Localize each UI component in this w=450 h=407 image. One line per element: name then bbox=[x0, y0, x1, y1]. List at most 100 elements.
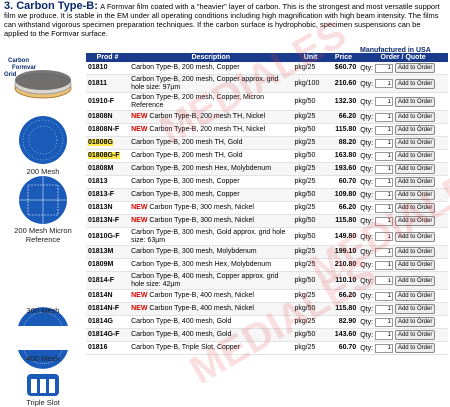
order-cell: Qty: Add to Order bbox=[358, 175, 448, 189]
table-row: 01810 Carbon Type-B, 200 mesh, Copper pkg/… bbox=[86, 62, 448, 75]
add-to-order-button[interactable]: Add to Order bbox=[394, 164, 436, 174]
add-to-order-button[interactable]: Add to Order bbox=[394, 177, 436, 187]
unit: pkg/50 bbox=[292, 188, 329, 202]
prod-number: 01813N-F bbox=[86, 214, 130, 228]
add-to-order-button[interactable]: Add to Order bbox=[394, 112, 436, 122]
order-cell: Qty: Add to Order bbox=[358, 289, 448, 303]
table-row: 01814N NEW Carbon Type-B, 400 mesh, Nicke… bbox=[86, 289, 448, 303]
quantity-input[interactable] bbox=[375, 304, 394, 314]
add-to-order-button[interactable]: Add to Order bbox=[394, 190, 436, 200]
quantity-input[interactable] bbox=[375, 190, 394, 200]
qty-label: Qty: bbox=[360, 305, 374, 313]
quantity-input[interactable] bbox=[375, 232, 394, 241]
prod-number: 01814G-F bbox=[86, 328, 130, 342]
order-cell: Qty: Add to Order bbox=[358, 271, 448, 290]
unit: pkg/50 bbox=[292, 302, 329, 316]
quantity-input[interactable] bbox=[375, 203, 394, 213]
order-cell: Qty: Add to Order bbox=[358, 258, 448, 272]
order-cell: Qty: Add to Order bbox=[358, 341, 448, 355]
add-to-order-button[interactable]: Add to Order bbox=[394, 317, 436, 327]
qty-label: Qty: bbox=[360, 98, 374, 106]
quantity-input[interactable] bbox=[375, 177, 394, 187]
price: 66.20 bbox=[328, 110, 359, 124]
prod-number: 01811 bbox=[86, 74, 130, 93]
quantity-input[interactable] bbox=[375, 330, 394, 340]
add-to-order-button[interactable]: Add to Order bbox=[394, 247, 436, 257]
add-to-order-button[interactable]: Add to Order bbox=[394, 78, 436, 89]
product-description: Carbon Type-B, 300 mesh Hex, Molybdenum bbox=[129, 258, 293, 272]
unit: pkg/25 bbox=[292, 136, 329, 150]
qty-label: Qty: bbox=[360, 331, 374, 339]
order-cell: Qty: Add to Order bbox=[358, 245, 448, 259]
add-to-order-button[interactable]: Add to Order bbox=[394, 96, 436, 107]
quantity-input[interactable] bbox=[375, 138, 394, 148]
quantity-input[interactable] bbox=[375, 291, 394, 301]
product-description: Carbon Type-B, 200 mesh, Copper approx. … bbox=[129, 74, 293, 93]
quantity-input[interactable] bbox=[375, 79, 394, 88]
add-to-order-button[interactable]: Add to Order bbox=[394, 291, 436, 301]
price: 109.80 bbox=[328, 188, 359, 202]
new-badge: NEW bbox=[131, 292, 148, 299]
add-to-order-button[interactable]: Add to Order bbox=[394, 275, 436, 286]
add-to-order-button[interactable]: Add to Order bbox=[394, 260, 436, 270]
quantity-input[interactable] bbox=[375, 216, 394, 226]
prod-number: 01809M bbox=[86, 258, 130, 272]
quantity-input[interactable] bbox=[375, 97, 394, 106]
order-cell: Qty: Add to Order bbox=[358, 188, 448, 202]
price: 82.90 bbox=[328, 315, 359, 329]
price: 60.70 bbox=[328, 341, 359, 355]
quantity-input[interactable] bbox=[375, 247, 394, 257]
add-to-order-button[interactable]: Add to Order bbox=[394, 216, 436, 226]
qty-label: Qty: bbox=[360, 152, 374, 160]
order-cell: Qty: Add to Order bbox=[358, 315, 448, 329]
add-to-order-button[interactable]: Add to Order bbox=[394, 125, 436, 135]
add-to-order-button[interactable]: Add to Order bbox=[394, 304, 436, 314]
prod-number: 01813 bbox=[86, 175, 130, 189]
col-price: Price bbox=[328, 53, 359, 62]
quantity-input[interactable] bbox=[375, 63, 394, 73]
quantity-input[interactable] bbox=[375, 125, 394, 135]
order-cell: Qty: Add to Order bbox=[358, 328, 448, 342]
col-order: Order / Quote bbox=[358, 53, 448, 62]
price: $60.70 bbox=[328, 62, 359, 75]
qty-label: Qty: bbox=[360, 261, 374, 269]
qty-label: Qty: bbox=[360, 80, 374, 88]
unit: pkg/50 bbox=[292, 328, 329, 342]
order-cell: Qty: Add to Order bbox=[358, 302, 448, 316]
section-header: 3. Carbon Type-B: A Formvar film coated … bbox=[4, 1, 446, 39]
order-cell: Qty: Add to Order bbox=[358, 149, 448, 163]
quantity-input[interactable] bbox=[375, 260, 394, 270]
add-to-order-button[interactable]: Add to Order bbox=[394, 63, 436, 73]
add-to-order-button[interactable]: Add to Order bbox=[394, 138, 436, 148]
quantity-input[interactable] bbox=[375, 317, 394, 327]
prod-number: 01814-F bbox=[86, 271, 130, 290]
table-row: 01809M Carbon Type-B, 300 mesh Hex, Molyb… bbox=[86, 258, 448, 272]
product-description: Carbon Type-B, 200 mesh TH, Gold bbox=[129, 149, 293, 163]
add-to-order-button[interactable]: Add to Order bbox=[394, 203, 436, 213]
quantity-input[interactable] bbox=[375, 164, 394, 174]
add-to-order-button[interactable]: Add to Order bbox=[394, 151, 436, 161]
product-description: Carbon Type-B, 200 mesh Hex, Molybdenum bbox=[129, 162, 293, 176]
qty-label: Qty: bbox=[360, 64, 374, 72]
qty-label: Qty: bbox=[360, 248, 374, 256]
quantity-input[interactable] bbox=[375, 276, 394, 285]
product-description: Carbon Type-B, Triple Slot, Copper bbox=[129, 341, 293, 355]
qty-label: Qty: bbox=[360, 191, 374, 199]
table-row: 01814N-F NEW Carbon Type-B, 400 mesh, Nic… bbox=[86, 302, 448, 316]
product-description: Carbon Type-B, 400 mesh, Copper approx. … bbox=[129, 271, 293, 290]
unit: pkg/25 bbox=[292, 162, 329, 176]
add-to-order-button[interactable]: Add to Order bbox=[394, 330, 436, 340]
grid-triple-slot-image bbox=[27, 374, 59, 396]
label-400-mesh: 400 Mesh bbox=[26, 354, 60, 363]
formvar-label: Formvar bbox=[12, 65, 37, 71]
product-description: NEW Carbon Type-B, 300 mesh, Nickel bbox=[129, 201, 293, 215]
product-description: Carbon Type-B, 300 mesh, Gold approx. gr… bbox=[129, 227, 293, 246]
unit: pkg/50 bbox=[292, 271, 329, 290]
quantity-input[interactable] bbox=[375, 343, 394, 353]
quantity-input[interactable] bbox=[375, 112, 394, 122]
product-description: Carbon Type-B, 300 mesh, Copper bbox=[129, 175, 293, 189]
quantity-input[interactable] bbox=[375, 151, 394, 161]
add-to-order-button[interactable]: Add to Order bbox=[394, 231, 436, 242]
unit: pkg/25 bbox=[292, 110, 329, 124]
add-to-order-button[interactable]: Add to Order bbox=[394, 343, 436, 353]
